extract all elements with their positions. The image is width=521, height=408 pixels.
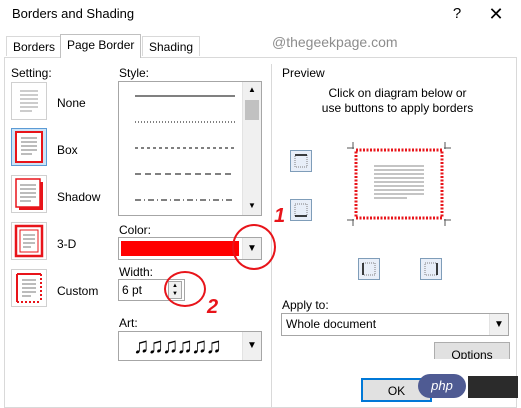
apply-to-arrow-icon[interactable]: ▼ [489, 314, 508, 335]
setting-custom-label[interactable]: Custom [57, 284, 98, 298]
art-music-notes: ♫♫♫♫♫♫ [133, 333, 222, 358]
tab-borders[interactable]: Borders [6, 36, 63, 56]
left-border-button[interactable] [358, 258, 380, 280]
php-logo: php [418, 374, 466, 398]
preview-instructions-line1: Click on diagram below or [328, 86, 467, 100]
tab-borders-label: Borders [13, 40, 56, 54]
bottom-border-button[interactable] [290, 199, 312, 221]
preview-diagram[interactable] [347, 142, 451, 226]
annotation-number-1: 1 [274, 205, 286, 227]
setting-box-label[interactable]: Box [57, 143, 78, 157]
setting-none-icon[interactable] [11, 82, 47, 120]
dark-overlay-block [468, 376, 518, 398]
annotation-circle-1 [232, 224, 276, 270]
help-button[interactable]: ? [444, 2, 470, 26]
left-border-icon [362, 262, 376, 276]
watermark-text: @thegeekpage.com [272, 34, 398, 50]
color-swatch [121, 241, 239, 256]
width-label: Width: [119, 265, 154, 279]
scroll-thumb[interactable] [245, 100, 259, 120]
php-logo-text: php [431, 378, 453, 393]
tab-page-border-label: Page Border [67, 38, 135, 52]
top-border-icon [294, 154, 308, 168]
tab-shading-label: Shading [149, 40, 194, 54]
options-button[interactable]: Options [434, 342, 510, 359]
setting-shadow-icon[interactable] [11, 175, 47, 213]
style-scrollbar[interactable]: ▲ ▼ [242, 82, 261, 215]
width-value: 6 pt [122, 283, 143, 297]
art-dropdown[interactable]: ♫♫♫♫♫♫ ▼ [118, 331, 262, 361]
close-button[interactable]: ✕ [478, 2, 514, 26]
ok-button-label: OK [387, 384, 406, 398]
apply-to-value: Whole document [286, 317, 377, 331]
style-label: Style: [119, 66, 150, 80]
scroll-down-arrow-icon[interactable]: ▼ [243, 198, 261, 214]
tab-page-border[interactable]: Page Border [60, 34, 142, 58]
dialog-title: Borders and Shading [12, 6, 135, 21]
apply-to-label: Apply to: [282, 298, 329, 312]
scroll-up-arrow-icon[interactable]: ▲ [243, 82, 261, 98]
options-button-label: Options [451, 348, 493, 359]
tab-shading[interactable]: Shading [142, 36, 201, 56]
style-list[interactable] [118, 81, 262, 216]
annotation-number-2: 2 [207, 296, 219, 318]
setting-label: Setting: [11, 66, 52, 80]
right-border-icon [424, 262, 438, 276]
setting-none-label[interactable]: None [57, 96, 86, 110]
right-border-button[interactable] [420, 258, 442, 280]
top-border-button[interactable] [290, 150, 312, 172]
setting-3d-label[interactable]: 3-D [57, 237, 76, 251]
annotation-circle-2 [164, 271, 206, 307]
setting-custom-icon[interactable] [11, 269, 47, 307]
setting-3d-icon[interactable] [11, 222, 47, 260]
setting-box-icon[interactable] [11, 128, 47, 166]
art-dropdown-arrow-icon[interactable]: ▼ [242, 332, 261, 360]
preview-label: Preview [282, 66, 325, 80]
bottom-border-icon [294, 203, 308, 217]
preview-instructions-line2: use buttons to apply borders [321, 101, 474, 115]
setting-shadow-label[interactable]: Shadow [57, 190, 100, 204]
title-bar: Borders and Shading ? ✕ [0, 0, 521, 30]
art-label: Art: [119, 316, 138, 330]
color-label: Color: [119, 223, 152, 237]
apply-to-dropdown[interactable]: Whole document ▼ [281, 313, 509, 336]
